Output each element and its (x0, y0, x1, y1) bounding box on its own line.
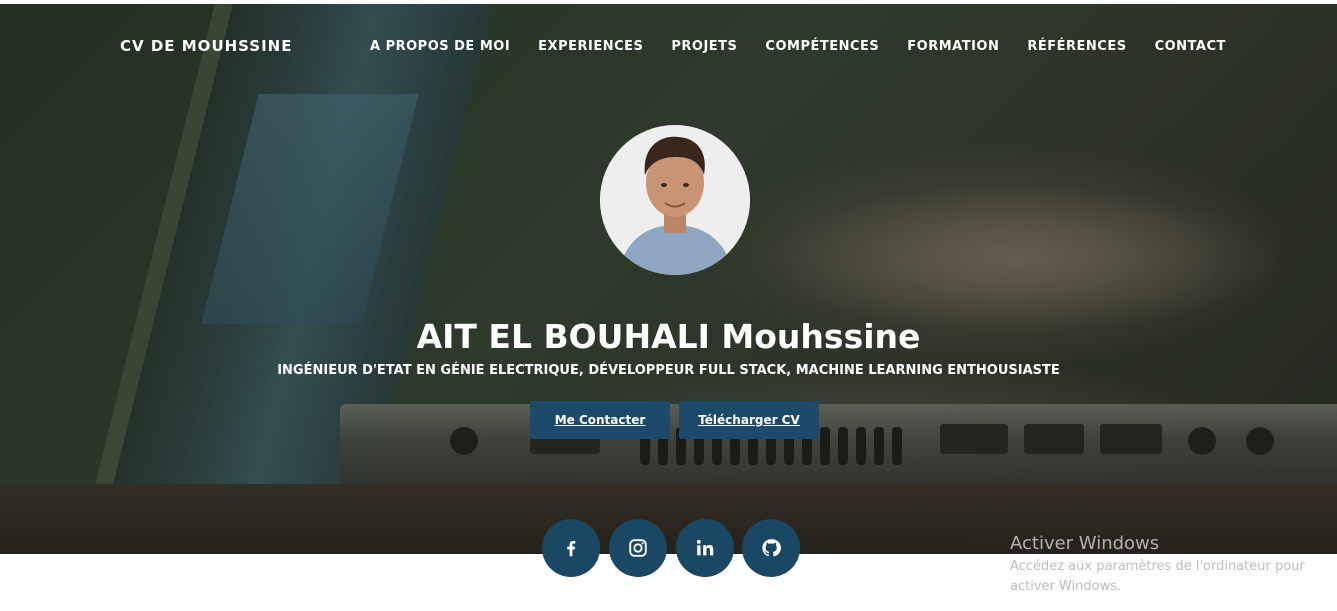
hero-name: AIT EL BOUHALI Mouhssine (416, 317, 921, 356)
instagram-icon (629, 539, 647, 557)
facebook-link[interactable] (542, 519, 600, 577)
github-link[interactable] (742, 519, 800, 577)
nav-item-a-propos[interactable]: A PROPOS DE MOI (370, 39, 510, 54)
hero-overlay (0, 4, 1337, 554)
nav-item-formation[interactable]: FORMATION (907, 39, 999, 54)
brand-link[interactable]: CV DE MOUHSSINE (120, 37, 293, 55)
windows-activation-subtitle: Accédez aux paramètres de l'ordinateur p… (1010, 559, 1305, 594)
profile-avatar (600, 125, 750, 275)
nav-item-competences[interactable]: COMPÉTENCES (765, 39, 879, 54)
github-icon (762, 539, 781, 557)
hero-subtitle: INGÉNIEUR D'ETAT EN GÉNIE ELECTRIQUE, DÉ… (277, 363, 1060, 378)
windows-activation-title: Activer Windows (1010, 533, 1160, 554)
hero-background: CV DE MOUHSSINE A PROPOS DE MOI EXPERIEN… (0, 4, 1337, 554)
linkedin-icon (696, 539, 714, 556)
instagram-link[interactable] (609, 519, 667, 577)
contact-button[interactable]: Me Contacter (530, 401, 670, 439)
linkedin-link[interactable] (676, 519, 734, 577)
nav-item-projets[interactable]: PROJETS (671, 39, 737, 54)
nav-menu: A PROPOS DE MOI EXPERIENCES PROJETS COMP… (370, 39, 1226, 54)
nav-item-experiences[interactable]: EXPERIENCES (538, 39, 643, 54)
facebook-icon (567, 540, 576, 557)
download-cv-button[interactable]: Télécharger CV (679, 401, 819, 439)
top-navbar: CV DE MOUHSSINE A PROPOS DE MOI EXPERIEN… (0, 4, 1337, 84)
nav-item-contact[interactable]: CONTACT (1155, 39, 1226, 54)
nav-item-references[interactable]: RÉFÉRENCES (1027, 39, 1126, 54)
